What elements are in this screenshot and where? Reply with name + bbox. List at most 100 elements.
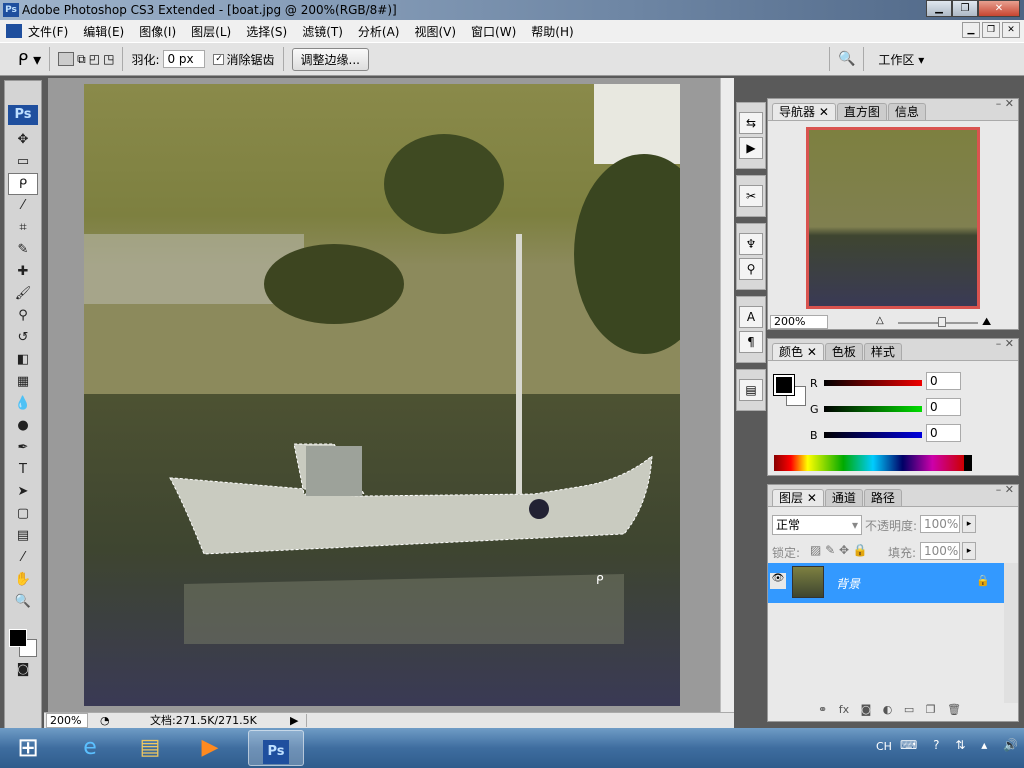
opacity-field[interactable]: 100% <box>920 515 960 533</box>
blue-slider[interactable] <box>824 432 922 438</box>
doc-minimize-button[interactable]: ▁ <box>962 22 980 38</box>
zoom-in-icon[interactable]: ⛰ <box>982 315 991 329</box>
eyedropper-tool-icon[interactable]: ⁄ <box>8 547 38 569</box>
zoom-out-icon[interactable]: △ <box>876 315 884 326</box>
selection-mode-add-icon[interactable]: ⧉ <box>77 52 86 67</box>
type-tool-icon[interactable]: T <box>8 459 38 481</box>
menu-file[interactable]: 文件(F) <box>28 23 68 40</box>
shape-tool-icon[interactable]: ▢ <box>8 503 38 525</box>
horizontal-scrollbar[interactable] <box>306 714 718 727</box>
tab-paths[interactable]: 路径 <box>863 489 902 506</box>
fill-field[interactable]: 100% <box>920 542 960 560</box>
zoom-level-field[interactable]: 200% <box>46 713 88 728</box>
paragraph-panel-icon[interactable]: ¶ <box>739 331 763 353</box>
file-explorer-icon[interactable]: ▤ <box>122 730 178 766</box>
visibility-eye-icon[interactable]: 👁 <box>770 573 786 589</box>
tab-channels[interactable]: 通道 <box>824 489 863 506</box>
menu-window[interactable]: 窗口(W) <box>471 23 516 40</box>
workspace-button[interactable]: 工作区 ▾ <box>878 51 924 68</box>
restore-button[interactable]: ❐ <box>952 0 978 17</box>
panel-minimize-close[interactable]: – ✕ <box>996 337 1014 350</box>
tab-navigator[interactable]: 导航器 ✕ <box>772 103 836 120</box>
media-player-icon[interactable]: ▶ <box>182 730 238 766</box>
foreground-color-swatch[interactable] <box>9 629 27 647</box>
history-brush-tool-icon[interactable]: ↺ <box>8 327 38 349</box>
language-indicator[interactable]: CH <box>876 740 892 753</box>
menu-filter[interactable]: 滤镜(T) <box>302 23 343 40</box>
refine-edge-button[interactable]: 调整边缘... <box>291 47 369 71</box>
menu-layer[interactable]: 图层(L) <box>191 23 231 40</box>
selection-mode-subtract-icon[interactable]: ◰ <box>89 52 100 66</box>
lasso-tool-icon[interactable]: ᑭ <box>8 173 38 195</box>
foreground-color-swatch[interactable] <box>773 374 795 396</box>
slice-tool-icon[interactable]: ✎ <box>8 239 38 261</box>
panel-minimize-close[interactable]: – ✕ <box>996 97 1014 110</box>
tab-layers[interactable]: 图层 ✕ <box>772 489 824 506</box>
clone-stamp-tool-icon[interactable]: ⚲ <box>8 305 38 327</box>
layer-comps-icon[interactable]: ▤ <box>739 379 763 401</box>
eraser-tool-icon[interactable]: ◧ <box>8 349 38 371</box>
layer-row[interactable]: 👁 背景 🔒 <box>768 563 1004 603</box>
green-slider[interactable] <box>824 406 922 412</box>
navigator-zoom-field[interactable]: 200% <box>770 315 828 329</box>
color-spectrum-ramp[interactable] <box>774 455 972 471</box>
menu-help[interactable]: 帮助(H) <box>531 23 573 40</box>
blend-mode-select[interactable]: 正常 ▾ <box>772 515 862 535</box>
notes-tool-icon[interactable]: ▤ <box>8 525 38 547</box>
antialias-checkbox[interactable]: ✓ <box>213 53 225 65</box>
tab-styles[interactable]: 样式 <box>863 343 902 360</box>
layer-name[interactable]: 背景 <box>836 575 860 592</box>
character-panel-icon[interactable]: A <box>739 306 763 328</box>
tab-swatches[interactable]: 色板 <box>824 343 863 360</box>
minimize-button[interactable]: ▁ <box>926 0 952 17</box>
taskbar-photoshop[interactable]: Ps <box>248 730 304 766</box>
menu-analysis[interactable]: 分析(A) <box>358 23 400 40</box>
brush-tool-icon[interactable]: 🖌 <box>8 283 38 305</box>
bridge-icon[interactable]: 🔍 <box>838 51 855 67</box>
brushes-panel-icon[interactable]: ♆ <box>739 233 763 255</box>
fill-arrow-icon[interactable]: ▸ <box>962 542 976 560</box>
status-menu-arrow-icon[interactable]: ▶ <box>290 713 298 728</box>
tab-histogram[interactable]: 直方图 <box>836 103 887 120</box>
lock-icons[interactable]: ▨ ✎ ✥ 🔒 <box>810 543 868 557</box>
internet-explorer-icon[interactable]: e <box>62 730 118 766</box>
red-value[interactable]: 0 <box>926 372 961 390</box>
layers-footer-buttons[interactable]: ⚭ fx ◙ ◐ ▭ ❐ 🗑 <box>818 703 961 716</box>
zoom-tool-icon[interactable]: 🔍 <box>8 591 38 613</box>
close-button[interactable]: ✕ <box>978 0 1020 17</box>
quick-mask-icon[interactable]: ◙ <box>8 659 38 681</box>
status-icon[interactable]: ◔ <box>100 713 110 728</box>
green-value[interactable]: 0 <box>926 398 961 416</box>
dodge-tool-icon[interactable]: ● <box>8 415 38 437</box>
panel-minimize-close[interactable]: – ✕ <box>996 483 1014 496</box>
healing-brush-tool-icon[interactable]: ✚ <box>8 261 38 283</box>
feather-input[interactable]: 0 px <box>163 50 206 68</box>
layers-scrollbar[interactable] <box>1004 563 1018 703</box>
hand-tool-icon[interactable]: ✋ <box>8 569 38 591</box>
move-tool-icon[interactable]: ✥ <box>8 129 38 151</box>
opacity-arrow-icon[interactable]: ▸ <box>962 515 976 533</box>
tab-info[interactable]: 信息 <box>887 103 926 120</box>
menu-edit[interactable]: 编辑(E) <box>83 23 124 40</box>
navigator-slider-thumb[interactable] <box>938 317 946 327</box>
menu-image[interactable]: 图像(I) <box>139 23 176 40</box>
history-panel-icon[interactable]: ⇆ <box>739 112 763 134</box>
start-button[interactable]: ⊞ <box>0 730 56 766</box>
menu-view[interactable]: 视图(V) <box>414 23 456 40</box>
blue-value[interactable]: 0 <box>926 424 961 442</box>
menu-select[interactable]: 选择(S) <box>246 23 287 40</box>
navigator-preview[interactable] <box>806 127 980 309</box>
actions-panel-icon[interactable]: ▶ <box>739 137 763 159</box>
magic-wand-tool-icon[interactable]: ⁄ <box>8 195 38 217</box>
tab-color[interactable]: 颜色 ✕ <box>772 343 824 360</box>
red-slider[interactable] <box>824 380 922 386</box>
tool-presets-icon[interactable]: ✂ <box>739 185 763 207</box>
selection-mode-new-icon[interactable] <box>58 52 75 66</box>
selection-mode-intersect-icon[interactable]: ◳ <box>103 52 114 66</box>
vertical-scrollbar[interactable] <box>720 78 734 712</box>
doc-close-button[interactable]: ✕ <box>1002 22 1020 38</box>
tray-icons[interactable]: ⌨ ? ⇅ ▴ 🔊 <box>900 738 1024 752</box>
pen-tool-icon[interactable]: ✒ <box>8 437 38 459</box>
blur-tool-icon[interactable]: 💧 <box>8 393 38 415</box>
clone-source-icon[interactable]: ⚲ <box>739 258 763 280</box>
